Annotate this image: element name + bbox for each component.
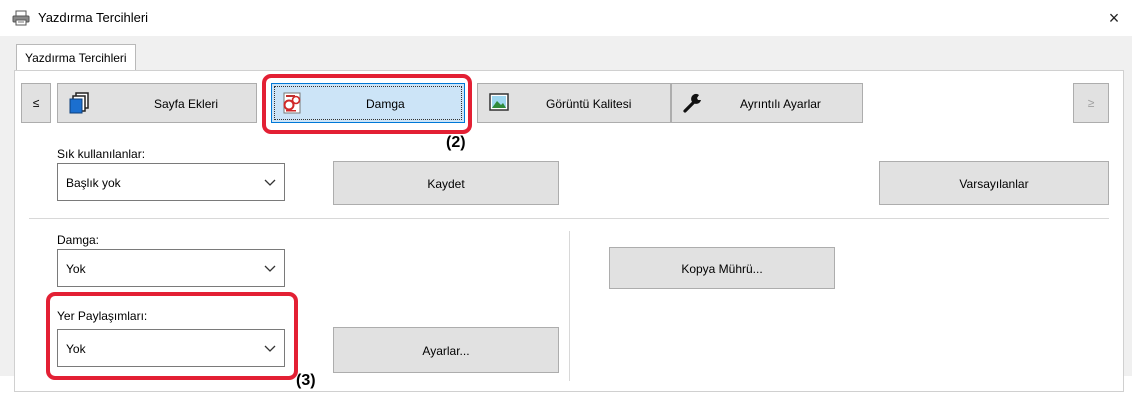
- stamp-icon: [283, 92, 301, 114]
- section-divider: [29, 218, 1109, 219]
- defaults-button[interactable]: Varsayılanlar: [879, 161, 1109, 205]
- window-title: Yazdırma Tercihleri: [38, 10, 149, 25]
- tab-printing-preferences[interactable]: Yazdırma Tercihleri: [16, 44, 136, 72]
- category-button-stamp[interactable]: Damga: [271, 83, 465, 123]
- chevron-down-icon: [264, 265, 276, 272]
- category-label: Görüntü Kalitesi: [546, 97, 632, 111]
- chevron-down-icon: [264, 345, 276, 352]
- column-divider: [569, 231, 570, 381]
- stamp-label: Damga:: [57, 233, 100, 247]
- placeholder-settings-button[interactable]: Ayarlar...: [333, 327, 559, 373]
- stamp-value: Yok: [66, 262, 86, 276]
- image-quality-icon: [489, 93, 509, 111]
- chevron-down-icon: [264, 179, 276, 186]
- favorites-value: Başlık yok: [66, 176, 121, 190]
- favorites-select[interactable]: Başlık yok: [57, 163, 285, 201]
- next-arrow-icon: ≥: [1087, 96, 1095, 110]
- copy-seal-label: Kopya Mührü...: [681, 262, 763, 276]
- category-button-detailed-settings[interactable]: Ayrıntılı Ayarlar: [671, 83, 863, 123]
- close-button[interactable]: ×: [1100, 4, 1128, 32]
- category-button-image-quality[interactable]: Görüntü Kalitesi: [477, 83, 671, 123]
- placeholders-label: Yer Paylaşımları:: [57, 309, 148, 323]
- placeholders-select[interactable]: Yok: [57, 329, 285, 367]
- category-label: Sayfa Ekleri: [154, 97, 219, 111]
- main-panel: ≤ Sayfa Ekleri Damga Görüntü Kalitesi Ay…: [14, 70, 1124, 392]
- printer-icon: [12, 10, 30, 26]
- save-label: Kaydet: [427, 177, 465, 191]
- stamp-select[interactable]: Yok: [57, 249, 285, 287]
- step-2-callout: (2): [446, 134, 466, 151]
- title-bar: Yazdırma Tercihleri ×: [0, 0, 1132, 36]
- previous-category-button[interactable]: ≤: [21, 83, 51, 123]
- next-category-button[interactable]: ≥: [1073, 83, 1109, 123]
- tab-strip: Yazdırma Tercihleri: [14, 44, 1132, 72]
- wrench-icon: [683, 94, 701, 113]
- category-label: Ayrıntılı Ayarlar: [740, 97, 821, 111]
- favorites-label: Sık kullanılanlar:: [57, 147, 146, 161]
- placeholder-settings-label: Ayarlar...: [422, 344, 470, 358]
- placeholders-value: Yok: [66, 342, 86, 356]
- previous-arrow-icon: ≤: [32, 96, 40, 110]
- save-button[interactable]: Kaydet: [333, 161, 559, 205]
- copy-seal-button[interactable]: Kopya Mührü...: [609, 247, 835, 289]
- category-button-page-extras[interactable]: Sayfa Ekleri: [57, 83, 257, 123]
- step-3-callout: (3): [296, 372, 316, 389]
- printing-preferences-window: Yazdırma Tercihleri × Yazdırma Tercihler…: [0, 0, 1132, 392]
- defaults-label: Varsayılanlar: [959, 177, 1029, 191]
- pages-icon: [69, 92, 89, 114]
- category-label: Damga: [366, 97, 405, 111]
